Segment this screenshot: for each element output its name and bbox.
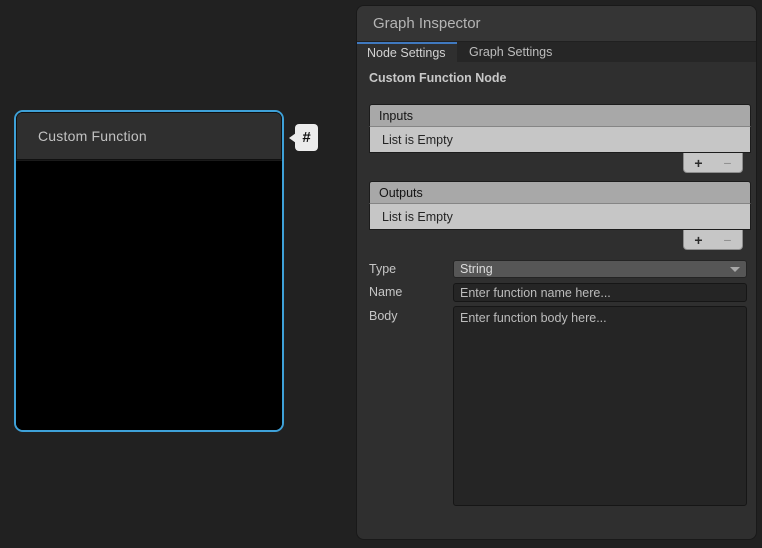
type-label: Type — [369, 262, 396, 276]
tab-graph-settings-label: Graph Settings — [469, 45, 552, 59]
type-dropdown-value: String — [460, 262, 493, 276]
tab-node-settings[interactable]: Node Settings — [357, 42, 457, 62]
node-header[interactable]: Custom Function — [16, 112, 282, 161]
body-label: Body — [369, 309, 398, 323]
section-title: Custom Function Node — [369, 71, 507, 85]
shader-graph-window: Custom Function # Graph Inspector Node S… — [0, 0, 762, 548]
inspector-title: Graph Inspector — [373, 15, 481, 32]
inputs-list-header[interactable]: Inputs — [369, 104, 751, 127]
graph-inspector-panel: Graph Inspector Node Settings Graph Sett… — [356, 5, 757, 540]
tab-node-settings-label: Node Settings — [367, 46, 446, 60]
inputs-add-button[interactable]: + — [694, 156, 702, 170]
inspector-titlebar[interactable]: Graph Inspector — [357, 6, 756, 42]
node-settings-content: Custom Function Node Inputs List is Empt… — [357, 62, 756, 538]
outputs-header-label: Outputs — [379, 186, 423, 200]
custom-function-node[interactable]: Custom Function — [14, 110, 284, 432]
inputs-remove-button[interactable]: − — [723, 156, 731, 170]
inspector-tabs: Node Settings Graph Settings — [357, 42, 756, 62]
inputs-empty-label: List is Empty — [382, 133, 453, 147]
inputs-list: Inputs List is Empty + − — [369, 104, 751, 174]
graph-canvas[interactable]: Custom Function # — [0, 0, 356, 548]
inputs-footer-buttons: + − — [683, 153, 743, 173]
node-title: Custom Function — [38, 128, 147, 144]
hash-badge-label: # — [302, 129, 310, 146]
inputs-list-row: List is Empty — [369, 127, 751, 153]
outputs-remove-button[interactable]: − — [723, 233, 731, 247]
inputs-header-label: Inputs — [379, 109, 413, 123]
tab-graph-settings[interactable]: Graph Settings — [457, 42, 564, 62]
outputs-list-row: List is Empty — [369, 204, 751, 230]
outputs-add-button[interactable]: + — [694, 233, 702, 247]
function-name-input[interactable] — [453, 283, 747, 302]
outputs-list: Outputs List is Empty + − — [369, 181, 751, 251]
outputs-empty-label: List is Empty — [382, 210, 453, 224]
outputs-footer-buttons: + − — [683, 230, 743, 250]
outputs-list-header[interactable]: Outputs — [369, 181, 751, 204]
hash-badge-icon[interactable]: # — [295, 124, 318, 151]
type-dropdown[interactable]: String — [453, 260, 747, 278]
name-label: Name — [369, 285, 402, 299]
node-preview-body — [16, 161, 282, 430]
chevron-down-icon — [730, 267, 740, 272]
inputs-list-footer: + − — [369, 153, 751, 174]
function-body-input[interactable] — [453, 306, 747, 506]
outputs-list-footer: + − — [369, 230, 751, 251]
